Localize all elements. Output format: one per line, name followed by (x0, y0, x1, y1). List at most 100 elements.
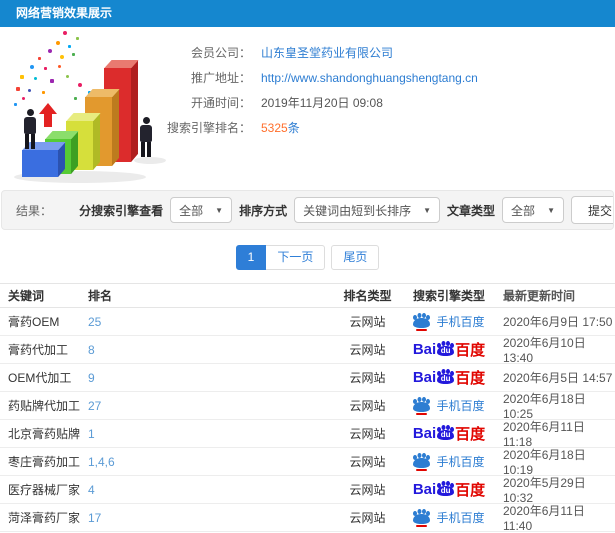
keyword-cell: 北京膏药贴牌 (8, 427, 81, 441)
baidu-paw-icon: du (437, 425, 455, 440)
last-page-button[interactable]: 尾页 (331, 245, 380, 270)
engine-view-label: 分搜索引擎查看 (79, 203, 164, 218)
results-table: 关键词 排名 排名类型 搜索引擎类型 最新更新时间 膏药OEM 25 云网站 手机百度… (0, 283, 615, 533)
rank-link[interactable]: 4 (88, 483, 95, 497)
mobile-baidu-logo: 手机百度 (413, 397, 485, 415)
sort-select[interactable]: 关键词由短到长排序 ▼ (294, 197, 441, 223)
chevron-down-icon: ▼ (423, 205, 432, 215)
rank-cell: 1 (88, 427, 340, 441)
baidu-logo: Bai du 百度 (413, 423, 485, 444)
filter-bar: 结果： 分搜索引擎查看 全部 ▼ 排序方式 关键词由短到长排序 ▼ 文章类型 全… (1, 190, 614, 230)
submit-button[interactable]: 提交 (570, 196, 613, 224)
rank-link[interactable]: 8 (88, 343, 95, 357)
table-header-row: 关键词 排名 排名类型 搜索引擎类型 最新更新时间 (0, 283, 615, 308)
update-time-cell: 2020年5月29日 10:32 (503, 476, 586, 505)
paw-pad (413, 457, 431, 468)
mobile-baidu-icon (413, 313, 431, 331)
mobile-baidu-icon (413, 453, 431, 471)
engine-cell: 手机百度 (395, 453, 503, 471)
rank-cell: 1,4,6 (88, 455, 340, 469)
info-section: 会员公司： 山东皇圣堂药业有限公司 推广地址： http://www.shandong… (0, 27, 615, 190)
rank-link[interactable]: 27 (88, 399, 101, 413)
table-row: 药贴牌代加工 27 云网站 手机百度 2020年6月18日 10:25 (0, 392, 615, 421)
keyword-cell: 膏药代加工 (8, 343, 69, 357)
info-link[interactable]: http://www.shandonghuangshengtang.cn (261, 71, 478, 85)
rank-type-cell: 云网站 (349, 343, 386, 357)
rank-cell: 17 (88, 511, 340, 525)
baidu-logo-name: 百度 (455, 342, 486, 359)
rank-type-cell: 云网站 (349, 371, 386, 385)
mobile-baidu-logo: 手机百度 (413, 509, 485, 527)
info-row: 推广地址： http://www.shandonghuangshengtang.c… (155, 66, 615, 91)
table-body: 膏药OEM 25 云网站 手机百度 2020年6月9日 17:50 膏药代加工 8 云网站 Ba… (0, 308, 615, 533)
bar-blue (22, 141, 66, 178)
paw-pad (413, 317, 431, 328)
rank-link[interactable]: 1,4,6 (88, 455, 115, 469)
update-time-cell: 2020年6月11日 11:40 (503, 504, 585, 533)
pagination: 1 下一页 尾页 (0, 230, 615, 283)
engine-view-select[interactable]: 全部 ▼ (170, 197, 233, 223)
rank-link[interactable]: 25 (88, 315, 101, 329)
baidu-paw-icon: du (437, 369, 455, 384)
baidu-logo-name: 百度 (455, 426, 486, 443)
engine-cell: Bai du 百度 (395, 423, 503, 444)
mobile-baidu-logo: 手机百度 (413, 313, 485, 331)
chevron-down-icon: ▼ (215, 205, 224, 215)
shadow (134, 157, 166, 164)
update-time-cell: 2020年6月11日 11:18 (503, 420, 585, 449)
baidu-logo: Bai du 百度 (413, 339, 485, 360)
rank-link[interactable]: 9 (88, 371, 95, 385)
table-row: 膏药代加工 8 云网站 Bai du 百度 2020年6月10日 13:40 (0, 336, 615, 365)
baidu-paw-icon (413, 509, 431, 524)
baidu-logo-name: 百度 (455, 370, 486, 387)
mobile-baidu-label: 手机百度 (436, 511, 485, 525)
rank-cell: 9 (88, 371, 340, 385)
info-row: 搜索引擎排名： 5325条 (155, 116, 615, 141)
baidu-logo-bai: Bai (412, 369, 437, 386)
baidu-paw-icon: du (437, 481, 455, 496)
engine-cell: 手机百度 (395, 397, 503, 415)
baidu-paw-icon (413, 313, 431, 328)
rank-type-cell: 云网站 (349, 427, 386, 441)
paw-underline (416, 328, 428, 331)
info-value: 2019年11月20日 09:08 (261, 96, 383, 110)
page-1-button[interactable]: 1 (235, 245, 267, 270)
baidu-logo: Bai du 百度 (413, 367, 485, 388)
rank-link[interactable]: 17 (88, 511, 101, 525)
rank-type-cell: 云网站 (349, 455, 386, 469)
result-label: 结果： (16, 203, 53, 218)
sort-label: 排序方式 (239, 203, 288, 218)
engine-cell: Bai du 百度 (395, 367, 503, 388)
baidu-paw-icon (413, 397, 431, 412)
header-rank-type: 排名类型 (343, 289, 392, 303)
mobile-baidu-label: 手机百度 (436, 315, 485, 329)
mobile-baidu-icon (413, 397, 431, 415)
info-value: 5325条 (261, 121, 300, 135)
article-type-label: 文章类型 (447, 203, 496, 218)
up-arrow-icon (39, 103, 57, 127)
keyword-cell: 菏泽膏药厂家 (8, 511, 81, 525)
paw-underline (416, 468, 428, 471)
rank-cell: 27 (88, 399, 340, 413)
keyword-cell: OEM代加工 (8, 371, 72, 385)
businessman-figure (24, 109, 36, 149)
rank-type-cell: 云网站 (349, 511, 386, 525)
keyword-cell: 膏药OEM (8, 315, 60, 329)
baidu-paw-icon: du (437, 341, 455, 356)
rank-type-cell: 云网站 (349, 399, 386, 413)
info-link[interactable]: 山东皇圣堂药业有限公司 (261, 46, 393, 60)
update-time-cell: 2020年6月9日 17:50 (503, 315, 613, 329)
keyword-cell: 药贴牌代加工 (8, 399, 81, 413)
engine-cell: Bai du 百度 (395, 479, 503, 500)
article-type-select[interactable]: 全部 ▼ (502, 197, 564, 223)
rank-link[interactable]: 1 (88, 427, 95, 441)
paw-pad: du (437, 373, 455, 384)
update-time-cell: 2020年6月5日 14:57 (503, 371, 613, 385)
mobile-baidu-icon (413, 509, 431, 527)
table-row: 枣庄膏药加工 1,4,6 云网站 手机百度 2020年6月18日 10:19 (0, 448, 615, 477)
table-row: 膏药OEM 25 云网站 手机百度 2020年6月9日 17:50 (0, 308, 615, 336)
paw-underline (416, 412, 428, 415)
next-page-button[interactable]: 下一页 (266, 245, 326, 270)
baidu-logo-bai: Bai (412, 425, 437, 442)
keyword-cell: 医疗器械厂家 (8, 483, 81, 497)
